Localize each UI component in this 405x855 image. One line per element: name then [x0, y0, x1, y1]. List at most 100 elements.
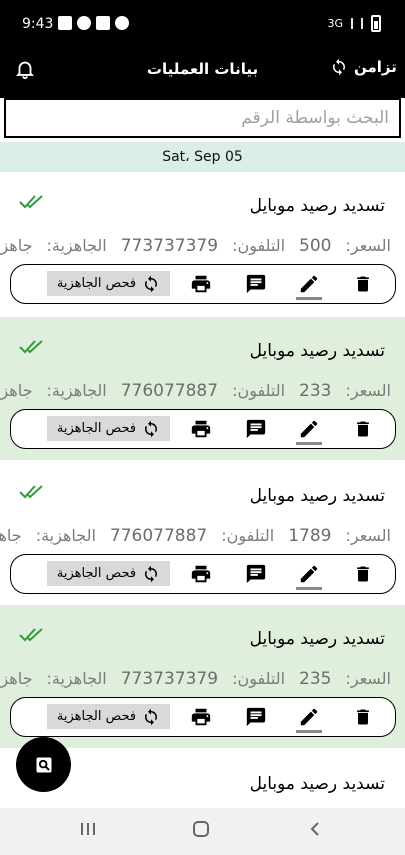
back-button[interactable] [307, 820, 325, 842]
phone-label: التلفون: [232, 669, 286, 688]
message-icon [246, 274, 266, 294]
check-readiness-button[interactable]: فحص الجاهزية [47, 271, 170, 296]
message-icon [246, 564, 266, 584]
action-bar: فحص الجاهزية [10, 409, 396, 449]
status-bar: 9:43 3G [0, 0, 405, 48]
notification-image-icon [96, 16, 110, 30]
battery-icon [371, 15, 381, 32]
print-icon [191, 275, 211, 293]
edit-button[interactable] [296, 704, 322, 733]
print-button[interactable] [188, 561, 214, 587]
notification-sync-icon [77, 16, 91, 30]
readiness-label: الجاهزية: [46, 381, 107, 400]
phone-label: التلفون: [221, 526, 275, 545]
delete-button[interactable] [350, 704, 376, 730]
recent-apps-icon [81, 823, 95, 835]
home-button[interactable] [192, 820, 210, 842]
phone-value: 773737379 [120, 669, 219, 689]
check-readiness-button[interactable]: فحص الجاهزية [47, 704, 170, 729]
edit-button[interactable] [296, 271, 322, 300]
phone-label: التلفون: [232, 381, 286, 400]
operation-details: السعر: 233 التلفون: 776077887 الجاهزية: … [0, 381, 391, 401]
delete-icon [357, 566, 369, 582]
print-icon [191, 708, 211, 726]
edit-underline [296, 587, 322, 590]
price-value: 1789 [288, 526, 332, 546]
readiness-label: الجاهزية: [46, 236, 107, 255]
delete-button[interactable] [350, 561, 376, 587]
price-label: السعر: [345, 669, 391, 688]
system-status: 3G [327, 15, 381, 32]
price-value: 235 [299, 669, 332, 689]
edit-button[interactable] [296, 561, 322, 590]
home-icon [193, 821, 209, 837]
double-check-icon [19, 628, 43, 642]
readiness-label: الجاهزية: [46, 669, 107, 688]
double-check-icon [19, 195, 43, 209]
system-nav-bar [0, 808, 405, 855]
print-icon [191, 420, 211, 438]
recent-apps-button[interactable] [79, 820, 97, 842]
readiness-value: جاهز [0, 236, 33, 255]
price-label: السعر: [345, 526, 391, 545]
edit-icon [300, 708, 318, 726]
readiness-value: جاهز [0, 526, 22, 545]
print-button[interactable] [188, 704, 214, 730]
phone-value: 776077887 [120, 381, 219, 401]
action-bar: فحص الجاهزية [10, 554, 396, 594]
status-time: 9:43 [22, 16, 54, 32]
operation-details: السعر: 235 التلفون: 773737379 الجاهزية: … [0, 669, 391, 689]
date-header: Sat، Sep 05 [0, 142, 405, 172]
check-readiness-label: فحص الجاهزية [56, 709, 137, 724]
message-icon [246, 707, 266, 727]
readiness-label: الجاهزية: [35, 526, 96, 545]
check-readiness-button[interactable]: فحص الجاهزية [47, 561, 170, 586]
delete-button[interactable] [350, 271, 376, 297]
notification-check-icon [58, 16, 72, 30]
print-icon [191, 565, 211, 583]
message-button[interactable] [243, 271, 269, 297]
message-button[interactable] [243, 704, 269, 730]
refresh-icon [145, 420, 158, 437]
operation-details: السعر: 1789 التلفون: 776077887 الجاهزية:… [0, 526, 391, 546]
check-readiness-label: فحص الجاهزية [56, 421, 137, 436]
action-bar: فحص الجاهزية [10, 264, 396, 304]
refresh-icon [145, 275, 158, 292]
back-icon [310, 822, 319, 836]
delete-button[interactable] [350, 416, 376, 442]
operation-card[interactable]: تسديد رصيد موبايل السعر: 500 التلفون: 77… [0, 172, 405, 315]
notification-verified-icon [115, 16, 129, 30]
edit-underline [296, 297, 322, 300]
print-button[interactable] [188, 271, 214, 297]
search-input[interactable] [6, 100, 399, 136]
phone-label: التلفون: [232, 236, 286, 255]
edit-button[interactable] [296, 416, 322, 445]
message-button[interactable] [243, 416, 269, 442]
edit-icon [300, 275, 318, 293]
operation-card[interactable]: تسديد رصيد موبايل السعر: 235 التلفون: 77… [0, 605, 405, 748]
message-button[interactable] [243, 561, 269, 587]
operation-title: تسديد رصيد موبايل [249, 196, 385, 216]
delete-icon [357, 276, 369, 292]
readiness-value: جاهز [0, 381, 33, 400]
price-value: 500 [299, 236, 332, 256]
phone-value: 776077887 [109, 526, 208, 546]
notification-icons [58, 16, 129, 30]
check-readiness-button[interactable]: فحص الجاهزية [47, 416, 170, 441]
phone-value: 773737379 [120, 236, 219, 256]
price-label: السعر: [345, 381, 391, 400]
operation-card[interactable]: تسديد رصيد موبايل السعر: 233 التلفون: 77… [0, 317, 405, 460]
bell-icon [15, 61, 35, 80]
edit-underline [296, 442, 322, 445]
operation-card[interactable]: تسديد رصيد موبايل السعر: 1789 التلفون: 7… [0, 462, 405, 605]
price-value: 233 [299, 381, 332, 401]
network-type: 3G [327, 17, 343, 30]
delete-icon [357, 709, 369, 725]
search-fab-button[interactable] [16, 737, 71, 792]
search-fab-icon [36, 757, 51, 772]
delete-icon [357, 421, 369, 437]
double-check-icon [19, 340, 43, 354]
print-button[interactable] [188, 416, 214, 442]
notifications-button[interactable] [14, 58, 36, 84]
refresh-icon [145, 708, 158, 725]
